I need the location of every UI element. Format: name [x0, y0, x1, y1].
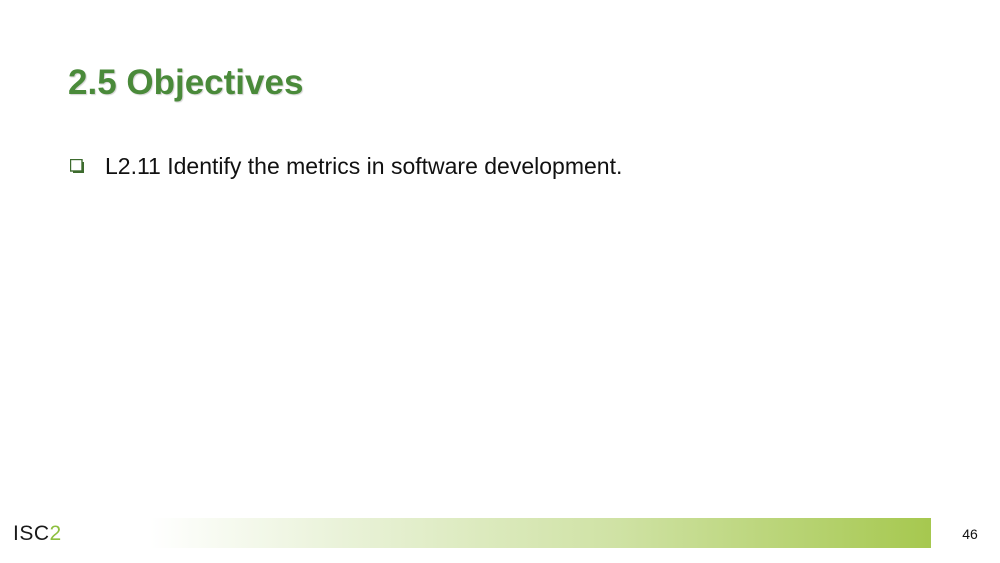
objective-text: L2.11 Identify the metrics in software d… [105, 153, 623, 179]
footer-gradient-bar [150, 518, 931, 548]
slide: 2.5 Objectives L2.11 Identify the metric… [0, 0, 1000, 563]
objective-item: L2.11 Identify the metrics in software d… [70, 150, 622, 182]
checkbox-square-icon [70, 159, 84, 173]
logo-accent: 2 [49, 522, 62, 545]
objective-list: L2.11 Identify the metrics in software d… [70, 150, 622, 182]
isc2-logo: ISC2 [13, 521, 62, 547]
logo-text: ISC [13, 522, 50, 545]
page-number: 46 [962, 526, 978, 542]
slide-title: 2.5 Objectives [68, 63, 304, 102]
